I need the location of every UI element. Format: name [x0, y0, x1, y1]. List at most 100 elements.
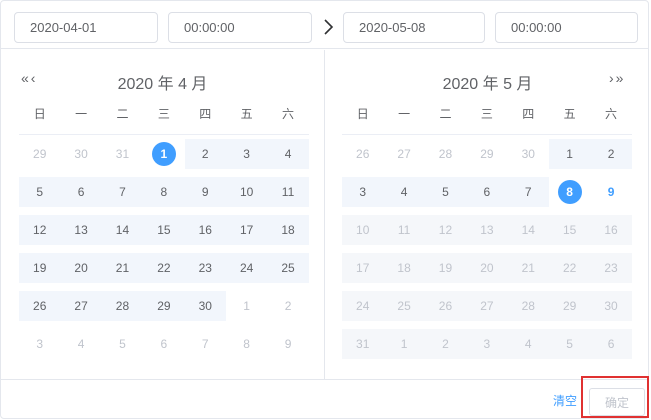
date-number: 3 [243, 147, 250, 161]
date-cell[interactable]: 5 [424, 177, 467, 207]
weekday-label: 日 [33, 107, 46, 121]
date-cell[interactable]: 7 [507, 177, 549, 207]
date-number: 2 [201, 147, 209, 161]
date-cell[interactable]: 25 [267, 253, 309, 283]
date-cell[interactable]: 2 [267, 291, 308, 321]
next-month-button[interactable]: › [609, 70, 614, 86]
end-date-input[interactable]: 2020-05-08 [343, 12, 485, 43]
date-cell[interactable]: 15 [143, 215, 185, 245]
date-cell[interactable]: 5 [19, 177, 61, 207]
start-date-input[interactable]: 2020-04-01 [14, 12, 158, 43]
date-cell[interactable]: 28 [101, 291, 144, 321]
date-cell[interactable]: 12 [19, 215, 61, 245]
date-number: 18 [397, 261, 411, 275]
date-cell[interactable]: 19 [19, 253, 61, 283]
date-number: 22 [562, 261, 577, 275]
date-number: 1 [151, 142, 176, 166]
date-cell[interactable]: 28 [425, 139, 466, 169]
date-cell[interactable]: 27 [60, 291, 102, 321]
date-number: 6 [77, 185, 85, 199]
date-number: 8 [160, 185, 168, 199]
date-cell[interactable]: 1 [548, 139, 591, 169]
date-cell[interactable]: 6 [466, 177, 508, 207]
weekday-label: 一 [75, 107, 88, 121]
date-cell[interactable]: 6 [143, 329, 184, 359]
date-cell[interactable]: 3 [19, 329, 60, 359]
date-number: 21 [521, 261, 535, 275]
date-cell: 27 [466, 291, 508, 321]
date-cell: 17 [342, 253, 384, 283]
date-cell[interactable]: 3 [225, 139, 268, 169]
date-cell: 23 [590, 253, 632, 283]
right-month-title: 2020 年 5 月 [442, 76, 533, 93]
clear-button[interactable]: 清空 [553, 392, 577, 409]
date-number: 10 [239, 185, 254, 199]
date-cell[interactable]: 30 [60, 139, 101, 169]
date-cell[interactable]: 8 [549, 177, 590, 207]
date-cell[interactable]: 27 [383, 139, 424, 169]
chevron-right-icon [324, 19, 334, 35]
date-cell[interactable]: 23 [184, 253, 226, 283]
date-number: 6 [607, 337, 615, 351]
confirm-button[interactable]: 确定 [589, 388, 645, 416]
date-number: 4 [284, 147, 292, 161]
date-cell[interactable]: 9 [267, 329, 308, 359]
date-number: 16 [198, 223, 212, 237]
date-cell[interactable]: 1 [226, 291, 267, 321]
date-cell: 5 [548, 329, 591, 359]
date-cell[interactable]: 31 [102, 139, 143, 169]
date-cell[interactable]: 29 [143, 291, 185, 321]
date-cell[interactable]: 14 [101, 215, 144, 245]
right-calendar: 2020 年 5 月 › » 日一二三四五六 26 27 28 29 30 1 2 3 4 5 6 7… [325, 50, 648, 379]
date-cell[interactable]: 26 [19, 291, 61, 321]
date-cell[interactable]: 18 [267, 215, 309, 245]
date-cell[interactable]: 22 [143, 253, 185, 283]
date-cell[interactable]: 5 [102, 329, 143, 359]
picker-time-header: 2020-04-01 00:00:00 2020-05-08 00:00:00 [1, 1, 648, 49]
date-number: 2 [284, 299, 292, 313]
date-number: 27 [74, 299, 88, 313]
date-number: 11 [281, 185, 295, 199]
date-cell[interactable]: 13 [60, 215, 102, 245]
date-cell[interactable]: 8 [143, 177, 185, 207]
date-cell[interactable]: 24 [225, 253, 268, 283]
date-cell: 1 [383, 329, 425, 359]
date-cell[interactable]: 29 [19, 139, 60, 169]
date-cell[interactable]: 3 [342, 177, 384, 207]
start-time-input[interactable]: 00:00:00 [168, 12, 312, 43]
date-cell[interactable]: 16 [184, 215, 226, 245]
date-cell[interactable]: 2 [590, 139, 632, 169]
date-cell[interactable]: 20 [60, 253, 102, 283]
date-cell[interactable]: 9 [590, 177, 631, 207]
date-cell[interactable]: 7 [101, 177, 144, 207]
date-number: 30 [74, 147, 88, 161]
date-cell: 14 [507, 215, 549, 245]
date-cell[interactable]: 4 [267, 139, 309, 169]
date-cell[interactable]: 2 [184, 139, 226, 169]
date-cell[interactable]: 1 [143, 139, 184, 169]
date-cell[interactable]: 30 [184, 291, 226, 321]
date-cell[interactable]: 8 [226, 329, 267, 359]
picker-footer: 清空 确定 [1, 379, 648, 418]
date-cell[interactable]: 30 [508, 139, 549, 169]
date-number: 28 [438, 147, 453, 161]
date-number: 12 [33, 223, 47, 237]
date-cell[interactable]: 17 [225, 215, 268, 245]
date-number: 19 [438, 261, 453, 275]
date-cell: 16 [590, 215, 632, 245]
date-cell[interactable]: 11 [267, 177, 309, 207]
date-cell[interactable]: 6 [60, 177, 102, 207]
date-cell[interactable]: 9 [184, 177, 226, 207]
date-cell[interactable]: 4 [383, 177, 425, 207]
date-number: 2 [442, 337, 449, 351]
left-month-title: 2020 年 4 月 [117, 76, 208, 93]
date-cell[interactable]: 26 [342, 139, 383, 169]
date-number: 9 [284, 337, 292, 351]
end-time-input[interactable]: 00:00:00 [495, 12, 638, 43]
date-cell[interactable]: 10 [225, 177, 268, 207]
date-cell[interactable]: 29 [466, 139, 507, 169]
date-cell[interactable]: 7 [185, 329, 226, 359]
date-cell[interactable]: 4 [60, 329, 101, 359]
date-cell[interactable]: 21 [101, 253, 144, 283]
next-year-button[interactable]: » [616, 70, 624, 86]
